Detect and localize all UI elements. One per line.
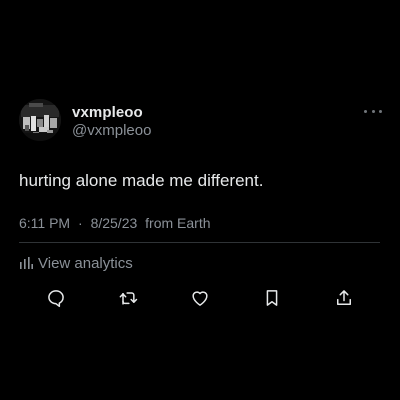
share-button[interactable] <box>333 287 355 309</box>
analytics-icon <box>20 257 33 269</box>
display-name[interactable]: vxmpleoo <box>72 104 143 121</box>
view-analytics-link[interactable]: View analytics <box>19 254 133 272</box>
tweet-meta: 6:11 PM · 8/25/23 from Earth <box>19 215 211 231</box>
tweet-source: from Earth <box>145 215 211 231</box>
retweet-button[interactable] <box>117 287 139 309</box>
meta-separator: · <box>78 215 83 231</box>
bookmark-button[interactable] <box>261 287 283 309</box>
heart-icon <box>192 291 208 306</box>
bookmark-icon <box>266 290 278 306</box>
action-bar <box>0 287 400 309</box>
user-handle[interactable]: @vxmpleoo <box>72 122 151 139</box>
divider <box>19 242 380 243</box>
like-button[interactable] <box>189 287 211 309</box>
reply-button[interactable] <box>45 287 67 309</box>
avatar-image <box>19 99 61 141</box>
more-dot <box>364 109 367 113</box>
share-icon <box>337 290 351 305</box>
more-icon[interactable] <box>364 104 382 118</box>
tweet-text: hurting alone made me different. <box>19 171 264 190</box>
analytics-label: View analytics <box>38 254 133 272</box>
tweet-card: vxmpleoo @vxmpleoo hurting alone made me… <box>0 0 400 400</box>
reply-icon <box>48 290 64 308</box>
tweet-date[interactable]: 8/25/23 <box>91 215 138 231</box>
retweet-icon <box>119 292 138 305</box>
tweet-time[interactable]: 6:11 PM <box>19 215 70 231</box>
more-dot <box>371 109 375 113</box>
avatar[interactable] <box>19 99 61 141</box>
more-dot <box>379 109 382 113</box>
